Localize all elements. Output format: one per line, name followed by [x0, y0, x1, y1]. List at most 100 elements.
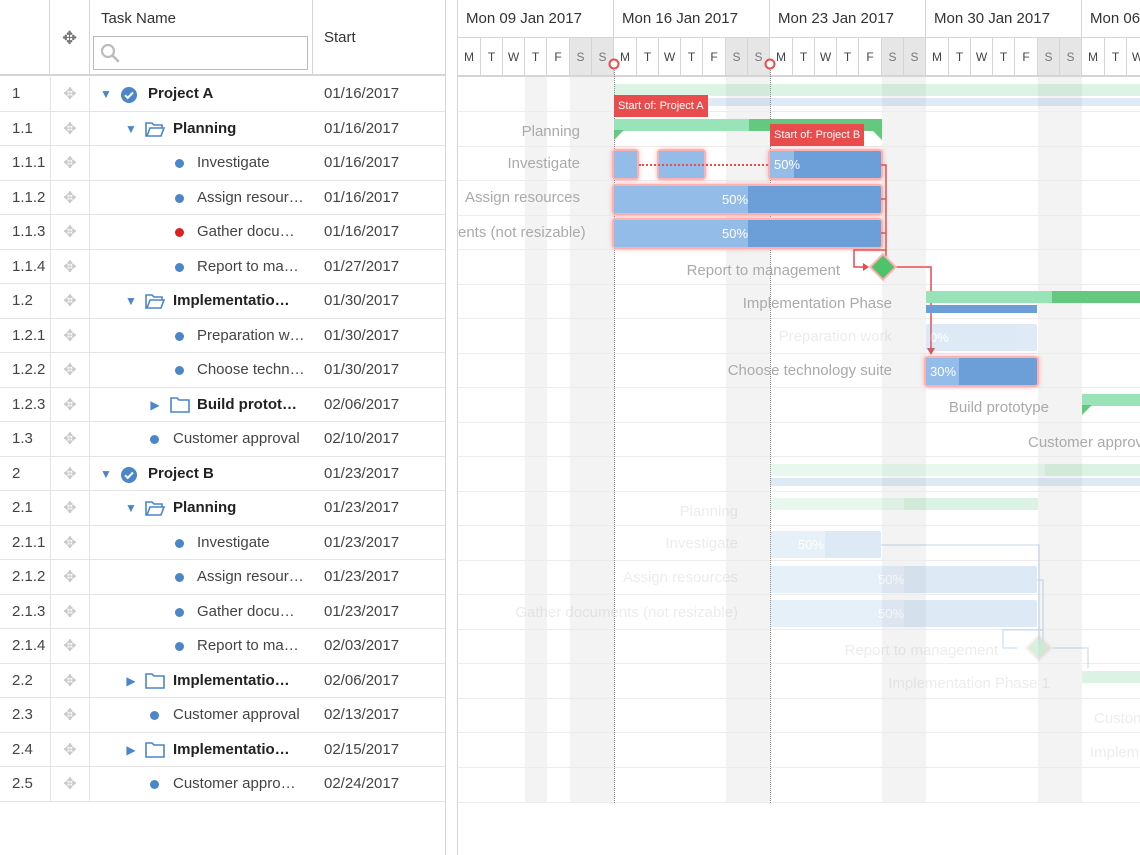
day-header: W	[1127, 38, 1140, 76]
drag-handle-icon[interactable]: ✥	[50, 560, 90, 594]
collapse-chevron-icon[interactable]: ▼	[99, 77, 113, 111]
task-label: Implementation Phase	[742, 295, 892, 312]
table-row[interactable]: 1.2 ✥ ▼ Implementatio… 01/30/2017	[0, 284, 445, 319]
task-label: Assign resources	[622, 569, 738, 586]
drag-handle-icon[interactable]: ✥	[50, 353, 90, 387]
drag-handle-icon[interactable]: ✥	[50, 111, 90, 146]
expand-chevron-icon[interactable]: ▶	[124, 733, 138, 767]
table-row[interactable]: 2.1.1 ✥ Investigate 01/23/2017	[0, 525, 445, 560]
drag-handle-icon[interactable]: ✥	[50, 594, 90, 629]
task-bar[interactable]: 0%	[926, 324, 1037, 351]
drag-handle-icon[interactable]: ✥	[50, 318, 90, 353]
task-dot-icon	[175, 193, 184, 203]
drag-handle-icon[interactable]: ✥	[50, 146, 90, 180]
table-row[interactable]: 2.1.4 ✥ Report to man… 02/03/2017	[0, 629, 445, 664]
drag-handle-icon[interactable]: ✥	[50, 180, 90, 215]
task-start: 01/16/2017	[324, 223, 400, 240]
start-column-header[interactable]: Start	[313, 0, 445, 76]
drag-handle-icon[interactable]: ✥	[50, 698, 90, 732]
task-label: Gather documents (not resizable)	[515, 604, 738, 621]
table-row[interactable]: 1.1.2 ✥ Assign resour… 01/16/2017	[0, 180, 445, 215]
drag-handle-icon[interactable]: ✥	[50, 629, 90, 663]
collapse-chevron-icon[interactable]: ▼	[124, 491, 138, 525]
table-row[interactable]: 2.5 ✥ Customer approv… 02/24/2017	[0, 767, 445, 802]
day-header: T	[837, 38, 859, 76]
table-row[interactable]: 2.2 ✥ ▶ Implementatio… 02/06/2017	[0, 663, 445, 698]
task-start: 01/16/2017	[324, 85, 400, 102]
folder-icon	[170, 396, 190, 413]
task-name: Project A	[148, 85, 214, 102]
task-start: 01/30/2017	[324, 361, 400, 378]
task-name: Implementatio…	[173, 740, 290, 758]
progress-label: 0%	[930, 330, 949, 345]
task-name-filter[interactable]	[93, 36, 308, 70]
project-check-icon	[121, 466, 137, 483]
task-bar-segment[interactable]	[614, 151, 637, 178]
row-number: 2.1	[12, 499, 33, 516]
table-row[interactable]: 1.2.3 ✥ ▶ Build protot… 02/06/2017	[0, 387, 445, 422]
drag-handle-icon[interactable]: ✥	[50, 387, 90, 422]
task-bar[interactable]: 50%	[614, 186, 881, 213]
table-row[interactable]: 2 ✥ ▼ Project B 01/23/2017	[0, 456, 445, 491]
search-input[interactable]	[126, 42, 300, 66]
task-start: 01/30/2017	[324, 292, 400, 309]
drag-handle-icon[interactable]: ✥	[50, 767, 90, 801]
row-number: 1.3	[12, 430, 33, 447]
summary-bar[interactable]	[770, 464, 1140, 476]
table-row[interactable]: 1.2.2 ✥ Choose techn… 01/30/2017	[0, 353, 445, 388]
table-row[interactable]: 2.1 ✥ ▼ Planning 01/23/2017	[0, 491, 445, 526]
collapse-chevron-icon[interactable]: ▼	[124, 112, 138, 146]
marker-pin-icon[interactable]	[764, 58, 776, 70]
task-name-column-header[interactable]: Task Name	[90, 0, 313, 76]
drag-handle-icon[interactable]: ✥	[50, 249, 90, 284]
table-row[interactable]: 1.1.1 ✥ Investigate 01/16/2017	[0, 146, 445, 181]
task-bar[interactable]: 50%	[614, 220, 881, 247]
summary-bar[interactable]	[1082, 671, 1140, 683]
drag-handle-icon[interactable]: ✥	[50, 491, 90, 525]
collapse-chevron-icon[interactable]: ▼	[99, 457, 113, 491]
grid-header: ✥ Task Name Start	[0, 0, 445, 76]
day-header: T	[793, 38, 815, 76]
move-column-header: ✥	[50, 0, 90, 76]
drag-handle-icon[interactable]: ✥	[50, 456, 90, 491]
drag-handle-icon[interactable]: ✥	[50, 663, 90, 698]
table-row[interactable]: 2.3 ✥ Customer approval 02/13/2017	[0, 698, 445, 733]
drag-handle-icon[interactable]: ✥	[50, 422, 90, 456]
table-row[interactable]: 2.4 ✥ ▶ Implementatio… 02/15/2017	[0, 732, 445, 767]
expand-chevron-icon[interactable]: ▶	[124, 664, 138, 698]
gantt-timeline: Mon 09 Jan 2017 Mon 16 Jan 2017 Mon 23 J…	[458, 0, 1140, 855]
summary-bar[interactable]	[770, 498, 1038, 510]
expand-chevron-icon[interactable]: ▶	[148, 388, 162, 422]
pane-splitter[interactable]	[445, 0, 458, 855]
task-start: 01/16/2017	[324, 119, 400, 137]
row-number: 2.1.4	[12, 637, 46, 654]
task-dot-icon	[175, 642, 184, 651]
summary-start-tick	[1082, 405, 1092, 415]
drag-handle-icon[interactable]: ✥	[50, 525, 90, 560]
drag-handle-icon[interactable]: ✥	[50, 732, 90, 767]
row-gridline	[458, 802, 1140, 803]
task-label: Investigate	[665, 535, 738, 552]
task-bar[interactable]: 30%	[926, 358, 1037, 385]
task-name: Assign resour…	[197, 188, 304, 206]
drag-handle-icon[interactable]: ✥	[50, 77, 90, 111]
drag-handle-icon[interactable]: ✥	[50, 284, 90, 318]
drag-handle-icon[interactable]: ✥	[50, 215, 90, 249]
marker-pin-icon[interactable]	[608, 58, 620, 70]
table-row[interactable]: 1.1.4 ✥ Report to man… 01/27/2017	[0, 249, 445, 284]
table-row[interactable]: 1.1 ✥ ▼ Planning 01/16/2017	[0, 111, 445, 146]
task-bar[interactable]: 50%	[770, 531, 881, 558]
collapse-chevron-icon[interactable]: ▼	[124, 284, 138, 318]
table-row[interactable]: 1.1.3 ✥ Gather docum… 01/16/2017	[0, 215, 445, 250]
table-row[interactable]: 2.1.2 ✥ Assign resour… 01/23/2017	[0, 560, 445, 595]
table-row[interactable]: 1 ✥ ▼ Project A 01/16/2017	[0, 77, 445, 112]
dependency-connector	[881, 544, 1089, 668]
task-label: Implem	[1090, 744, 1140, 761]
task-name: Gather docum…	[197, 223, 305, 240]
move-icon: ✥	[61, 27, 78, 48]
row-number: 1.2.3	[12, 395, 46, 413]
table-row[interactable]: 1.2.1 ✥ Preparation w… 01/30/2017	[0, 318, 445, 353]
table-row[interactable]: 1.3 ✥ Customer approval 02/10/2017	[0, 422, 445, 457]
summary-bar[interactable]	[926, 291, 1140, 303]
table-row[interactable]: 2.1.3 ✥ Gather docum… 01/23/2017	[0, 594, 445, 629]
